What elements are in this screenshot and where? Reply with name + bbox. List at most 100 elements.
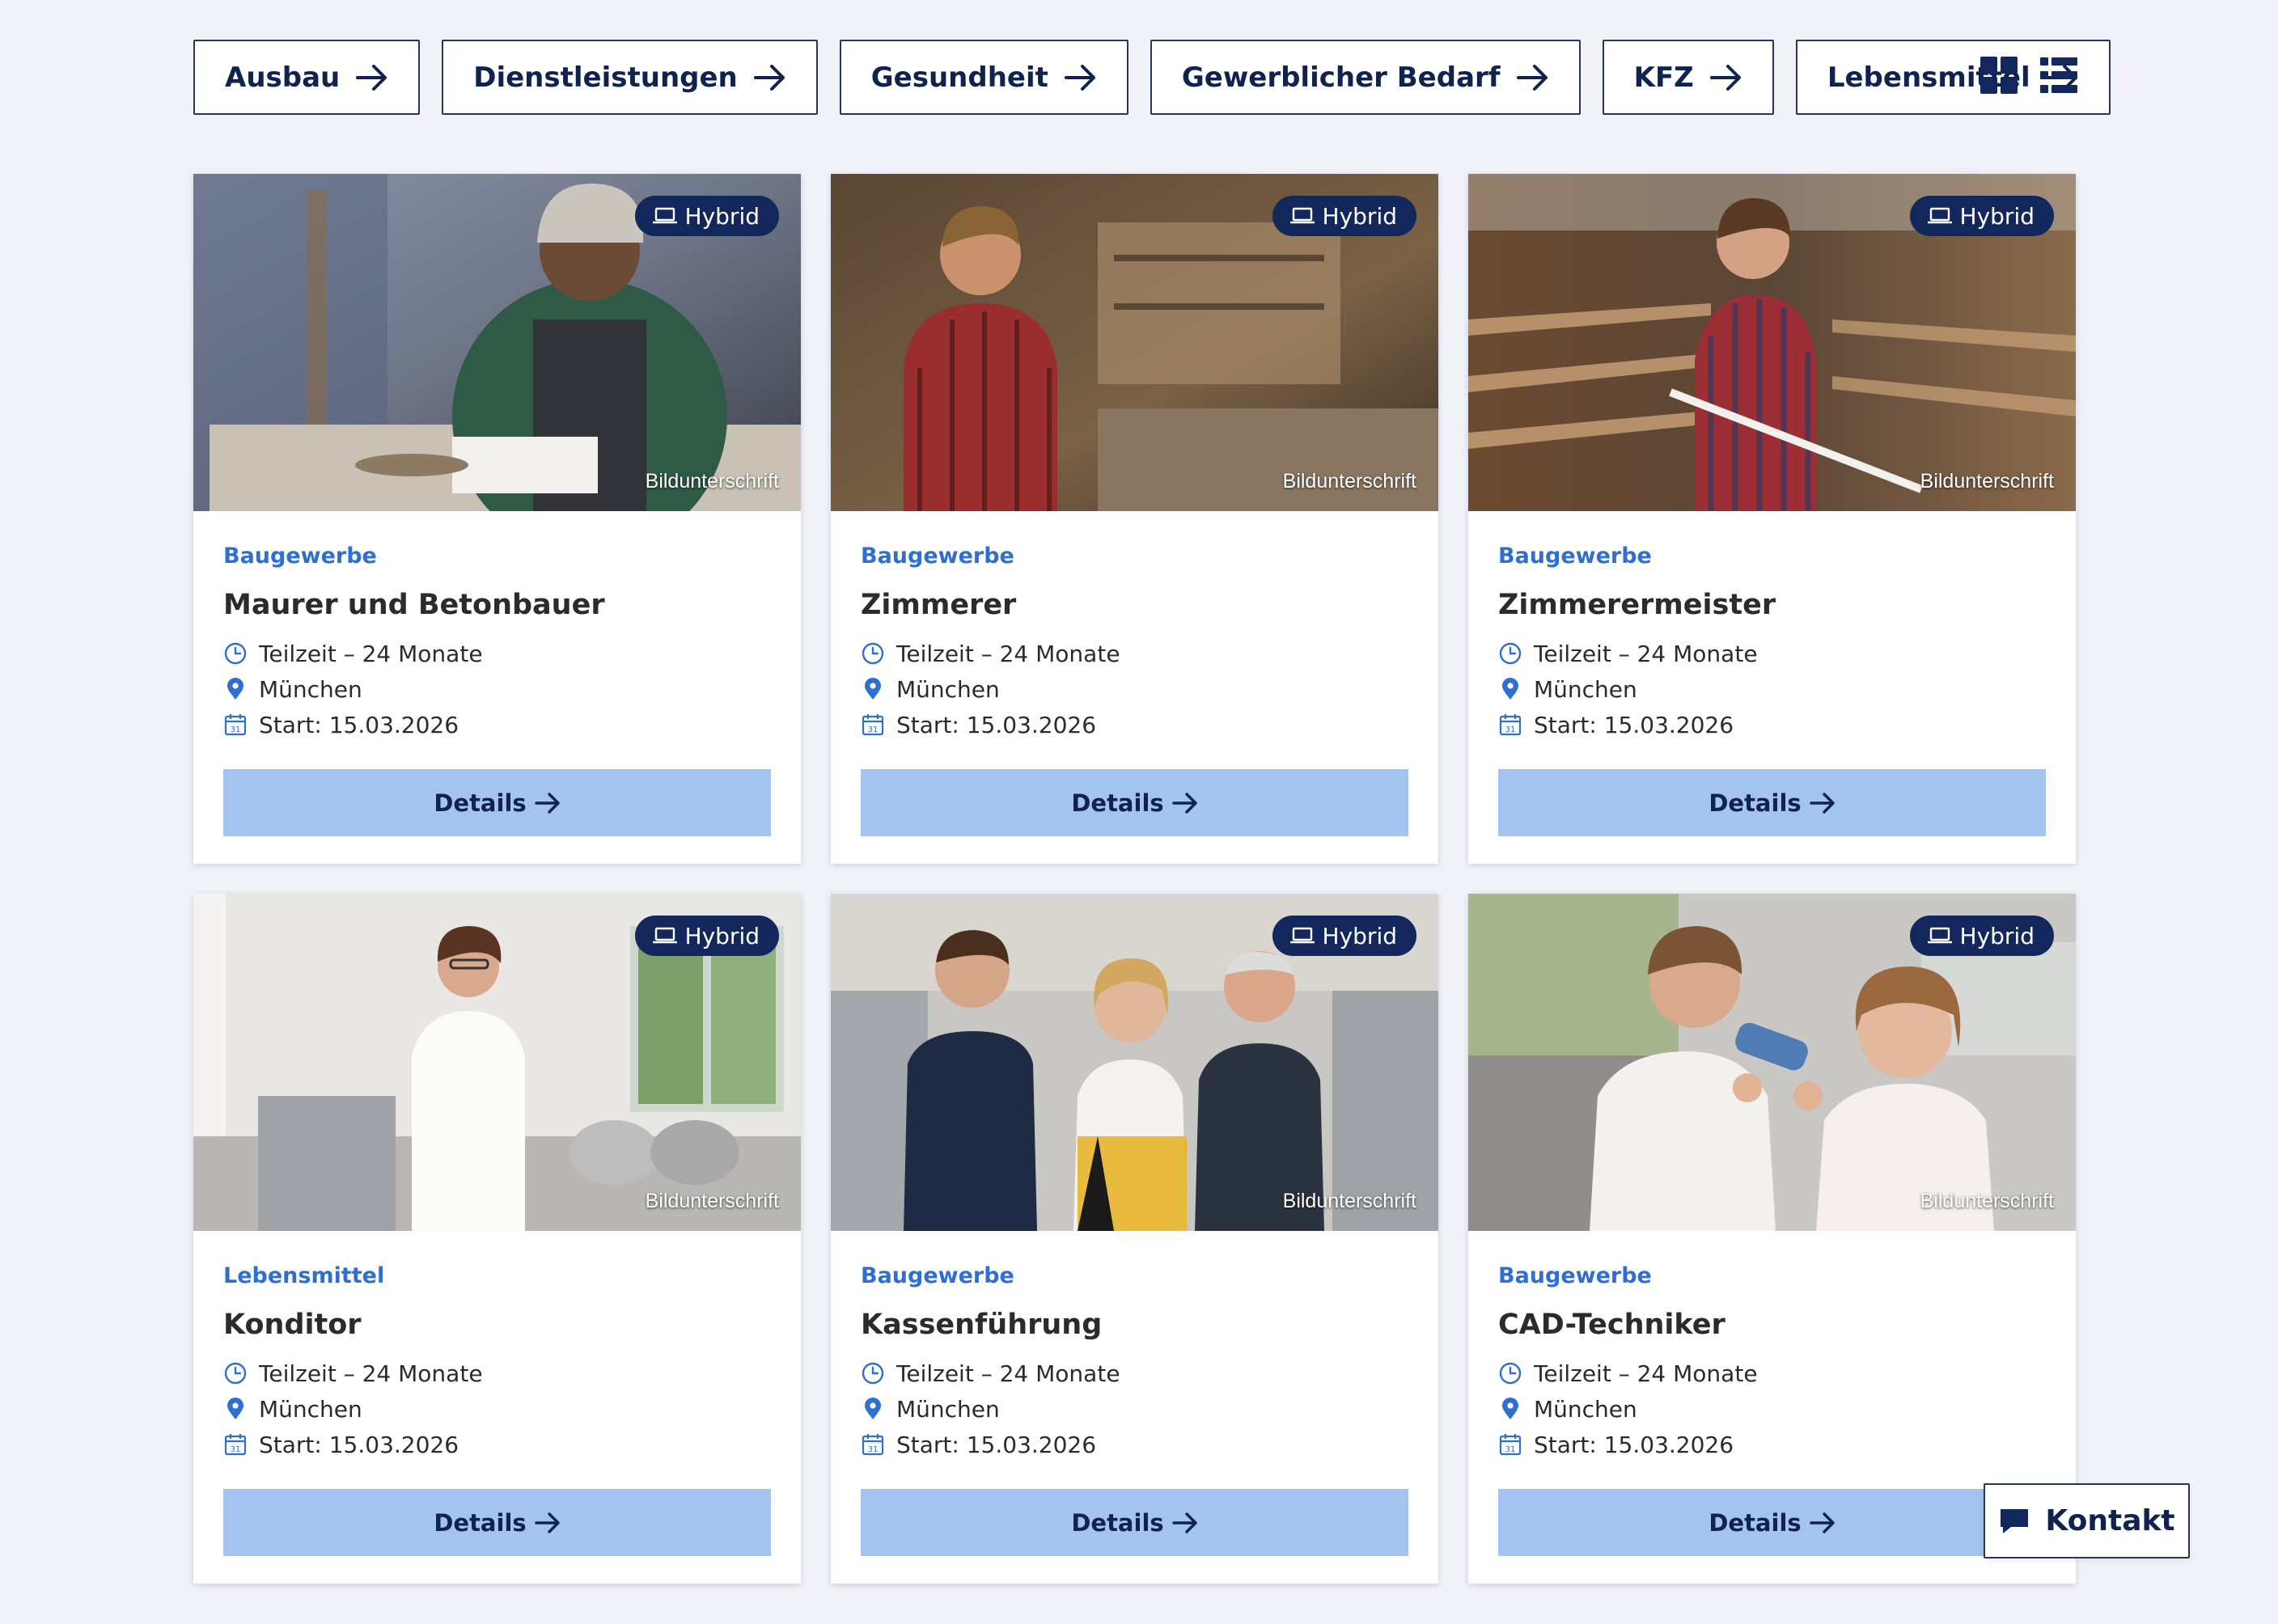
details-button[interactable]: Details [1498, 769, 2046, 836]
location-text: München [1534, 675, 1637, 703]
arrow-right-icon [1809, 1512, 1835, 1533]
details-button[interactable]: Details [223, 1489, 771, 1556]
start-row: 31 Start: 15.03.2026 [223, 1427, 771, 1462]
kontakt-button[interactable]: Kontakt [1984, 1483, 2190, 1558]
image-caption: Bildunterschrift [1920, 470, 2054, 493]
map-pin-icon [227, 678, 243, 700]
location-text: München [896, 1395, 1000, 1423]
filter-button-kfz[interactable]: KFZ [1602, 40, 1774, 115]
details-button[interactable]: Details [223, 769, 771, 836]
start-text: Start: 15.03.2026 [896, 1431, 1097, 1458]
card-category: Baugewerbe [1498, 543, 1652, 569]
laptop-icon [1289, 927, 1315, 944]
duration-row: Teilzeit – 24 Monate [861, 1355, 1408, 1391]
details-label: Details [434, 1508, 527, 1537]
laptop-icon [1927, 927, 1952, 944]
filter-button-gesundheit[interactable]: Gesundheit [839, 40, 1128, 115]
card-category: Baugewerbe [861, 543, 1014, 569]
badge-label: Hybrid [1959, 202, 2035, 230]
details-label: Details [434, 789, 527, 817]
image-caption: Bildunterschrift [1282, 1190, 1416, 1212]
arrow-right-icon [1064, 64, 1095, 91]
clock-icon [862, 1362, 884, 1385]
card-title: CAD-Techniker [1498, 1309, 1725, 1341]
location-text: München [896, 675, 1000, 703]
svg-text:31: 31 [868, 725, 879, 734]
arrow-right-icon [534, 1512, 560, 1533]
start-text: Start: 15.03.2026 [1534, 1431, 1734, 1458]
card-category: Lebensmittel [223, 1263, 385, 1288]
start-row: 31 Start: 15.03.2026 [861, 1427, 1408, 1462]
start-row: 31 Start: 15.03.2026 [1498, 1427, 2046, 1462]
badge-label: Hybrid [1959, 922, 2035, 949]
image-caption: Bildunterschrift [1282, 470, 1416, 493]
filter-button-gewerblicher-bedarf[interactable]: Gewerblicher Bedarf [1150, 40, 1581, 115]
card-title: Zimmerer [861, 589, 1017, 621]
badge-label: Hybrid [684, 922, 760, 949]
location-text: München [259, 1395, 362, 1423]
duration-row: Teilzeit – 24 Monate [223, 1355, 771, 1391]
page: Ausbau Dienstleistungen Gesundheit Gewer… [0, 0, 2278, 1624]
category-filter-bar: Ausbau Dienstleistungen Gesundheit Gewer… [193, 40, 2111, 115]
location-row: München [861, 1391, 1408, 1427]
image-caption: Bildunterschrift [1920, 1190, 2054, 1212]
format-badge: Hybrid [1909, 196, 2054, 236]
job-card: Hybrid Bildunterschrift Baugewerbe Zimme… [831, 174, 1438, 864]
details-button[interactable]: Details [1498, 1489, 2046, 1556]
list-view-icon [2040, 57, 2077, 93]
job-card: Hybrid Bildunterschrift Lebensmittel Kon… [193, 894, 801, 1584]
filter-button-ausbau[interactable]: Ausbau [193, 40, 421, 115]
list-view-button[interactable] [2040, 57, 2077, 94]
laptop-icon [652, 207, 677, 224]
card-photo: Hybrid Bildunterschrift [193, 894, 801, 1231]
badge-label: Hybrid [684, 202, 760, 230]
svg-text:31: 31 [1505, 1445, 1516, 1454]
start-row: 31 Start: 15.03.2026 [861, 707, 1408, 742]
duration-text: Teilzeit – 24 Monate [259, 1360, 483, 1387]
start-text: Start: 15.03.2026 [896, 711, 1097, 738]
arrow-right-icon [1709, 64, 1741, 91]
card-title: Zimmerermeister [1498, 589, 1776, 621]
arrow-right-icon [356, 64, 387, 91]
format-badge: Hybrid [634, 196, 779, 236]
grid-view-icon [1980, 57, 2018, 94]
duration-row: Teilzeit – 24 Monate [861, 636, 1408, 671]
clock-icon [1499, 642, 1522, 665]
details-label: Details [1071, 789, 1164, 817]
badge-label: Hybrid [1322, 922, 1397, 949]
map-pin-icon [1502, 678, 1518, 700]
clock-icon [1499, 1362, 1522, 1385]
image-caption: Bildunterschrift [645, 1190, 779, 1212]
details-label: Details [1708, 1508, 1802, 1537]
card-title: Maurer und Betonbauer [223, 589, 605, 621]
card-photo: Hybrid Bildunterschrift [831, 174, 1438, 511]
duration-text: Teilzeit – 24 Monate [896, 640, 1120, 667]
laptop-icon [1289, 207, 1315, 224]
arrow-right-icon [1516, 64, 1548, 91]
grid-view-button[interactable] [1980, 57, 2018, 94]
details-button[interactable]: Details [861, 769, 1408, 836]
filter-label: Gewerblicher Bedarf [1181, 61, 1501, 94]
filter-button-dienstleistungen[interactable]: Dienstleistungen [442, 40, 818, 115]
map-pin-icon [1502, 1398, 1518, 1419]
location-row: München [223, 671, 771, 707]
map-pin-icon [865, 1398, 881, 1419]
map-pin-icon [227, 1398, 243, 1419]
arrow-right-icon [753, 64, 785, 91]
job-card: Hybrid Bildunterschrift Baugewerbe CAD-T… [1468, 894, 2076, 1584]
details-button[interactable]: Details [861, 1489, 1408, 1556]
calendar-icon: 31 [1499, 714, 1522, 736]
card-category: Baugewerbe [861, 1263, 1014, 1288]
kontakt-label: Kontakt [2045, 1504, 2175, 1537]
location-row: München [1498, 671, 2046, 707]
job-card-grid: Hybrid Bildunterschrift Baugewerbe Maure… [193, 174, 2076, 1584]
location-text: München [1534, 1395, 1637, 1423]
start-row: 31 Start: 15.03.2026 [223, 707, 771, 742]
badge-label: Hybrid [1322, 202, 1397, 230]
format-badge: Hybrid [1909, 916, 2054, 956]
card-photo: Hybrid Bildunterschrift [193, 174, 801, 511]
job-card: Hybrid Bildunterschrift Baugewerbe Kasse… [831, 894, 1438, 1584]
duration-row: Teilzeit – 24 Monate [1498, 1355, 2046, 1391]
laptop-icon [652, 927, 677, 944]
card-title: Kassenführung [861, 1309, 1103, 1341]
